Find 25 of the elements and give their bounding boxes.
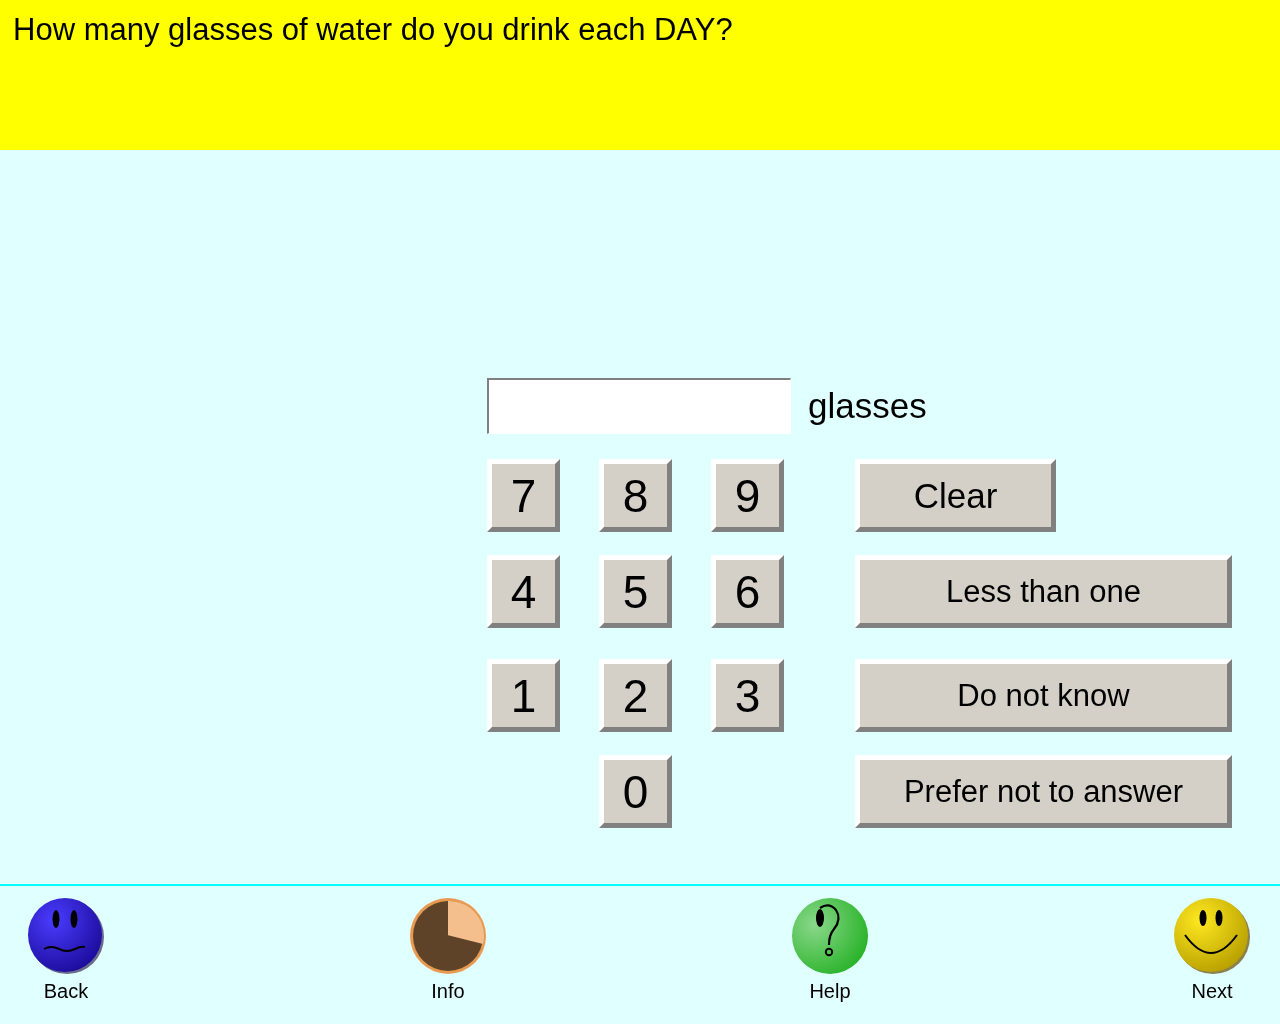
info-button[interactable]: Info xyxy=(409,897,487,1003)
digit-key[interactable]: 8 xyxy=(599,459,672,532)
help-button[interactable]: Help xyxy=(791,897,869,1003)
next-button[interactable]: Next xyxy=(1173,897,1251,1003)
pie-clock-icon xyxy=(409,897,487,975)
digit-key[interactable]: 9 xyxy=(711,459,784,532)
question-text: How many glasses of water do you drink each DAY? xyxy=(13,11,734,49)
digit-key[interactable]: 3 xyxy=(711,659,784,732)
digit-key[interactable]: 1 xyxy=(487,659,560,732)
answer-option-button[interactable]: Less than one xyxy=(855,555,1232,628)
digit-key[interactable]: 4 xyxy=(487,555,560,628)
digit-key[interactable]: 2 xyxy=(599,659,672,732)
digit-key[interactable]: 5 xyxy=(599,555,672,628)
back-button[interactable]: Back xyxy=(27,897,105,1003)
digit-key[interactable]: 7 xyxy=(487,459,560,532)
clear-button[interactable]: Clear xyxy=(855,459,1056,532)
answer-field[interactable] xyxy=(487,378,791,434)
answer-option-button[interactable]: Do not know xyxy=(855,659,1232,732)
help-icon xyxy=(791,897,869,975)
digit-key[interactable]: 0 xyxy=(599,755,672,828)
frown-face-icon xyxy=(27,897,105,975)
digit-key[interactable]: 6 xyxy=(711,555,784,628)
smiley-face-icon xyxy=(1173,897,1251,975)
unit-label: glasses xyxy=(808,386,927,426)
answer-option-button[interactable]: Prefer not to answer xyxy=(855,755,1232,828)
